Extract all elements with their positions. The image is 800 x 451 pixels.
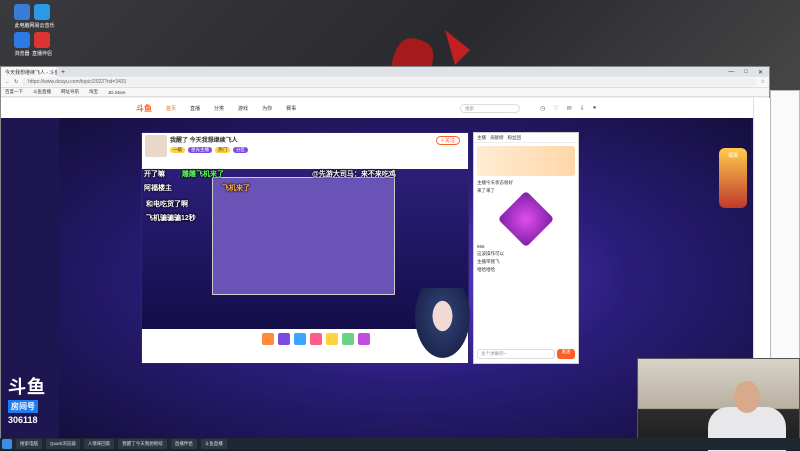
star-icon[interactable]: ☆ bbox=[761, 79, 765, 85]
tag: 一级 bbox=[170, 147, 185, 153]
chat-tab[interactable]: 贡献榜 bbox=[490, 135, 504, 140]
background-window bbox=[770, 90, 800, 360]
reload-icon[interactable]: ↻ bbox=[14, 79, 18, 85]
taskbar-item[interactable]: 搜索电脑 bbox=[16, 439, 42, 449]
desktop-icon[interactable]: 直播伴侣 bbox=[22, 32, 62, 57]
rank-banner[interactable] bbox=[477, 146, 575, 176]
streamer-tags: 一级 星光主播 热门 分区 bbox=[170, 147, 464, 153]
room-badge: 斗鱼 房间号 306118 bbox=[8, 378, 60, 438]
room-number: 306118 bbox=[8, 415, 38, 425]
bookmark-item[interactable]: 网址导航 bbox=[61, 89, 79, 95]
gift-icon[interactable] bbox=[262, 333, 274, 345]
taskbar-item[interactable]: Quark浏览器 bbox=[46, 439, 80, 449]
taskbar-item[interactable]: 直播伴侣 bbox=[170, 439, 197, 449]
chat-tab[interactable]: 主播 bbox=[477, 135, 486, 140]
danmu-message: 雕雕飞机来了 bbox=[182, 171, 224, 178]
taskbar-item[interactable]: 我醒了今天我想继续 bbox=[118, 439, 167, 449]
gift-icon[interactable] bbox=[326, 333, 338, 345]
window-controls: — □ ✕ bbox=[728, 69, 769, 76]
chat-tabs: 主播 贡献榜 粉丝团 bbox=[474, 133, 578, 143]
douyu-logo: 斗鱼 bbox=[8, 377, 46, 397]
nav-item[interactable]: 游戏 bbox=[238, 105, 248, 112]
follow-icon[interactable]: ♡ bbox=[553, 105, 558, 112]
chat-message: 这波操作可以 bbox=[477, 251, 504, 256]
back-icon[interactable]: ← bbox=[5, 79, 10, 85]
site-nav: 斗鱼 首页 直播 分类 游戏 为你 赛事 搜索 ◷ ♡ ✉ ⇩ ● bbox=[1, 98, 753, 118]
gift-icon[interactable] bbox=[294, 333, 306, 345]
nav-item[interactable]: 首页 bbox=[166, 105, 176, 112]
tab-bar: 今天我想继续飞人 - 斗鱼 + — □ ✕ bbox=[1, 67, 769, 77]
tag: 分区 bbox=[233, 147, 248, 153]
nested-stream-screenshot bbox=[212, 177, 395, 295]
chat-message: 哈哈哈哈 bbox=[477, 267, 495, 272]
nav-item[interactable]: 为你 bbox=[262, 105, 272, 112]
download-icon[interactable]: ⇩ bbox=[580, 105, 585, 112]
diamond-gift-icon bbox=[497, 190, 555, 248]
browser-tab[interactable]: 今天我想继续飞人 - 斗鱼 bbox=[1, 67, 57, 77]
send-button[interactable]: 发送 bbox=[557, 349, 575, 359]
gift-icon[interactable] bbox=[310, 333, 322, 345]
minimize-button[interactable]: — bbox=[728, 69, 734, 76]
streamer-header: 我醒了 今天我想继续飞人 + 关注 一级 星光主播 热门 分区 bbox=[142, 133, 468, 169]
bookmarks-bar: 百度一下 斗鱼直播 网址导航 淘宝 JD.Store bbox=[1, 88, 769, 97]
bookmark-item[interactable]: 淘宝 bbox=[89, 89, 98, 95]
danmu-message: 飞机来了 bbox=[222, 185, 250, 192]
webcam-overlay bbox=[637, 358, 800, 451]
gift-icon[interactable] bbox=[342, 333, 354, 345]
chat-input[interactable]: 发个弹幕吧~ bbox=[477, 349, 555, 359]
nav-item[interactable]: 赛事 bbox=[286, 105, 296, 112]
bookmark-item[interactable]: 百度一下 bbox=[5, 89, 23, 95]
address-bar-row: ← ↻ https://www.douyu.com/topic/2022?rid… bbox=[1, 77, 769, 88]
danmu-message: @先游大司马：来不来吃鸡 bbox=[312, 171, 396, 178]
promo-badge[interactable]: 福袋 bbox=[719, 148, 747, 208]
bookmark-item[interactable]: 斗鱼直播 bbox=[33, 89, 51, 95]
stream-title: 我醒了 今天我想继续飞人 bbox=[170, 138, 238, 144]
danmu-message: 飞机骗骗骗12秒 bbox=[146, 215, 196, 222]
taskbar-item[interactable]: 斗鱼直播 bbox=[200, 439, 227, 449]
nav-icons: ◷ ♡ ✉ ⇩ ● bbox=[540, 105, 596, 112]
danmu-message: 和电吃货了啊 bbox=[146, 201, 188, 208]
streamer-head bbox=[734, 381, 760, 413]
tag: 星光主播 bbox=[188, 147, 212, 153]
vtuber-avatar bbox=[415, 288, 470, 358]
gift-icon[interactable] bbox=[358, 333, 370, 345]
chat-message: 主播今天状态很好 bbox=[477, 180, 513, 185]
streamer-avatar[interactable] bbox=[145, 135, 167, 157]
follow-button[interactable]: + 关注 bbox=[435, 136, 460, 145]
nav-item[interactable]: 分类 bbox=[214, 105, 224, 112]
address-bar[interactable]: https://www.douyu.com/topic/2022?rid=343… bbox=[22, 78, 757, 86]
taskbar-item[interactable]: 人情味回家 bbox=[83, 439, 115, 449]
maximize-button[interactable]: □ bbox=[744, 69, 748, 76]
chat-message: 主播带我飞 bbox=[477, 259, 500, 264]
start-icon[interactable] bbox=[2, 439, 12, 449]
bookmark-item[interactable]: JD.Store bbox=[108, 90, 126, 95]
chat-tab[interactable]: 粉丝团 bbox=[508, 135, 522, 140]
danmu-message: 阿福楼主 bbox=[144, 185, 172, 192]
close-button[interactable]: ✕ bbox=[758, 69, 763, 76]
gift-icon[interactable] bbox=[278, 333, 290, 345]
message-icon[interactable]: ✉ bbox=[567, 105, 572, 112]
desktop-icon[interactable]: 网易云音乐 bbox=[22, 4, 62, 29]
new-tab-button[interactable]: + bbox=[61, 69, 65, 76]
history-icon[interactable]: ◷ bbox=[540, 105, 545, 112]
room-label: 房间号 bbox=[8, 400, 38, 413]
chat-panel: 主播 贡献榜 粉丝团 主播今天状态很好 来了来了 666 这波操作可以 主播带我… bbox=[473, 132, 579, 364]
search-input[interactable]: 搜索 bbox=[460, 103, 521, 113]
user-icon[interactable]: ● bbox=[593, 105, 597, 112]
site-logo[interactable]: 斗鱼 bbox=[136, 103, 152, 114]
nav-item[interactable]: 直播 bbox=[190, 105, 200, 112]
tag: 热门 bbox=[215, 147, 230, 153]
taskbar: 搜索电脑 Quark浏览器 人情味回家 我醒了今天我想继续 直播伴侣 斗鱼直播 bbox=[0, 438, 800, 450]
promo-label: 福袋 bbox=[727, 153, 738, 159]
danmu-message: 开了嘛 bbox=[144, 171, 165, 178]
